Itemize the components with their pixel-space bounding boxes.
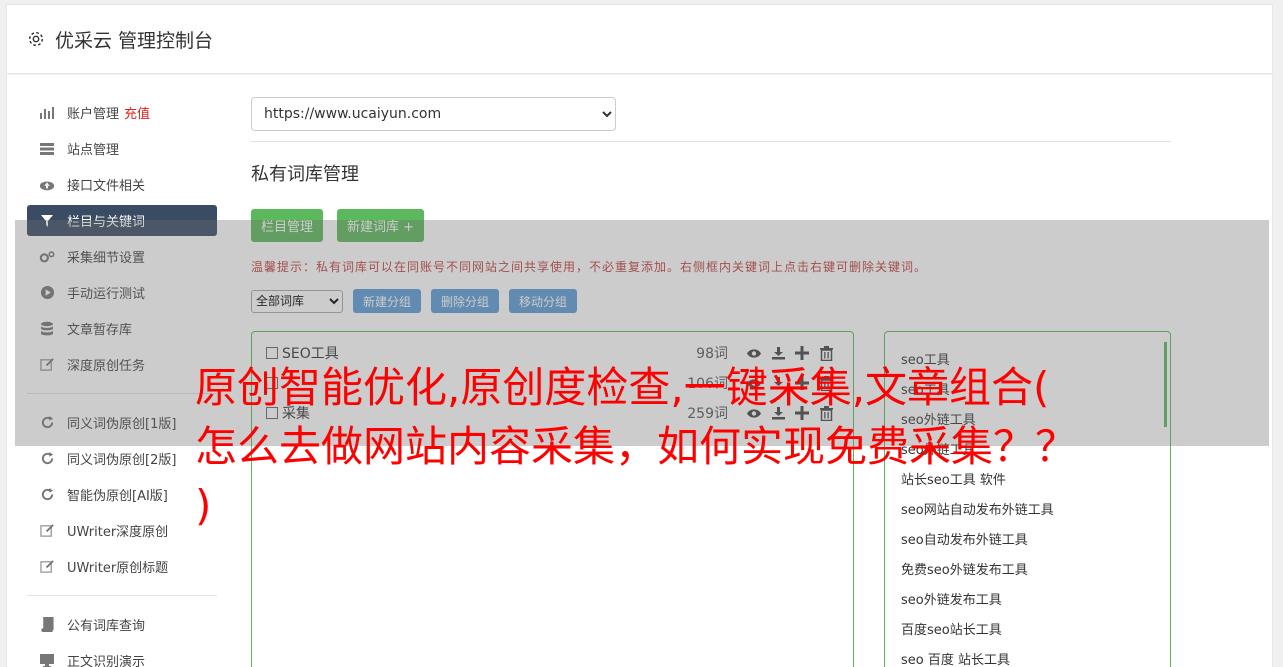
sidebar-item-sites[interactable]: 站点管理 (27, 133, 217, 164)
sidebar-item-label: 同义词伪原创[2版] (67, 453, 177, 468)
sidebar-item-label: 站点管理 (67, 143, 120, 158)
sidebar-divider (27, 595, 217, 596)
sidebar-item-public-lib[interactable]: 公有词库查询 (27, 609, 217, 640)
bar-chart-icon (39, 105, 55, 121)
refresh-icon (39, 451, 55, 467)
sidebar-item-uwriter-title[interactable]: UWriter原创标题 (27, 551, 217, 582)
refresh-icon (39, 487, 55, 503)
overlay-line: 怎么去做网站内容采集，如何实现免费采集？？ (195, 422, 1078, 471)
sidebar-item-label: 公有词库查询 (67, 619, 146, 634)
article-title-overlay: 原创智能优化,原创度检查,一键采集,文章组合( 怎么去做网站内容采集，如何实现免… (195, 358, 1115, 535)
sidebar-item-ai-original[interactable]: 智能伪原创[AI版] (27, 479, 217, 510)
site-select[interactable]: https://www.ucaiyun.com (251, 97, 616, 131)
edit-icon (39, 559, 55, 575)
sidebar-item-account[interactable]: 账户管理 充值 (27, 97, 217, 128)
sidebar-item-text-recognition[interactable]: 正文识别演示 (27, 645, 217, 667)
sidebar-item-label: 智能伪原创[AI版] (67, 489, 168, 504)
keyword-item[interactable]: seo 百度 站长工具 (901, 649, 1010, 667)
app-header: 优采云 管理控制台 (6, 4, 1273, 74)
keyword-item[interactable]: seo外链发布工具 (901, 589, 1002, 608)
sidebar-item-interface[interactable]: 接口文件相关 (27, 169, 217, 200)
overlay-line: 原创智能优化,原创度检查,一键采集,文章组合( (195, 363, 1050, 412)
gear-icon (28, 31, 44, 47)
page-title: 优采云 管理控制台 (55, 29, 214, 52)
monitor-icon (39, 653, 55, 667)
sidebar-item-label: UWriter原创标题 (67, 561, 169, 576)
edit-icon (39, 523, 55, 539)
section-title: 私有词库管理 (251, 164, 359, 185)
keyword-item[interactable]: 百度seo站长工具 (901, 619, 1002, 638)
sidebar-item-label: 账户管理 (67, 107, 120, 122)
sidebar-item-label: 正文识别演示 (67, 655, 146, 667)
sidebar-item-uwriter-deep[interactable]: UWriter深度原创 (27, 515, 217, 546)
cloud-upload-icon (39, 177, 55, 193)
keyword-item[interactable]: 免费seo外链发布工具 (901, 559, 1028, 578)
overlay-line: ) (195, 481, 212, 530)
sidebar-item-label: 接口文件相关 (67, 179, 146, 194)
book-icon (39, 617, 55, 633)
sidebar-item-label: UWriter深度原创 (67, 525, 169, 540)
server-icon (39, 141, 55, 157)
recharge-link[interactable]: 充值 (124, 103, 150, 122)
sidebar-item-synonym-v2[interactable]: 同义词伪原创[2版] (27, 443, 217, 474)
divider (251, 141, 1171, 142)
